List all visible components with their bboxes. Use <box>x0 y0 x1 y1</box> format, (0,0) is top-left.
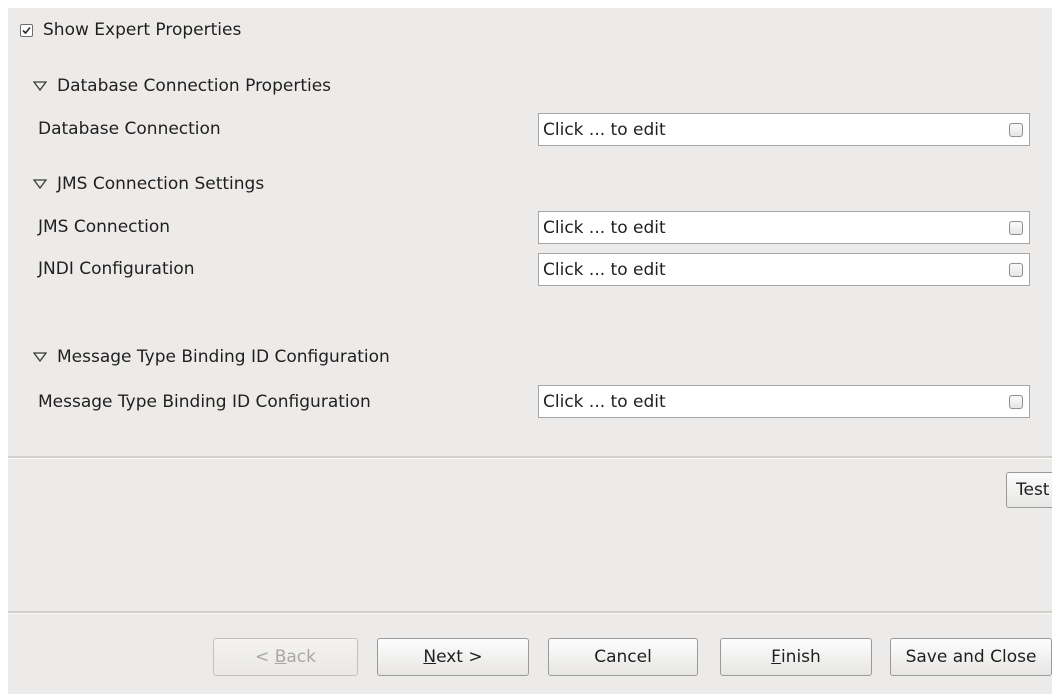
finish-button-mnemonic: F <box>771 647 781 667</box>
field-value: Click ... to edit <box>543 391 666 412</box>
edit-ellipsis-button[interactable] <box>1009 262 1023 277</box>
divider <box>8 456 1052 459</box>
section-title: Database Connection Properties <box>57 76 332 96</box>
section-jms-connection-settings[interactable]: JMS Connection Settings <box>33 174 264 194</box>
expand-triangle-icon[interactable] <box>33 352 47 362</box>
field-value: Click ... to edit <box>543 259 666 280</box>
finish-button[interactable]: Finish <box>720 638 872 676</box>
test-button[interactable]: Test <box>1006 472 1052 508</box>
show-expert-properties-toggle[interactable]: Show Expert Properties <box>20 20 241 40</box>
show-expert-properties-label: Show Expert Properties <box>43 20 242 40</box>
next-button-mnemonic: N <box>423 647 437 667</box>
edit-ellipsis-button[interactable] <box>1009 122 1023 137</box>
properties-panel: Show Expert Properties Database Connecti… <box>8 8 1052 456</box>
wizard-window: Show Expert Properties Database Connecti… <box>8 8 1052 694</box>
next-button[interactable]: Next > <box>377 638 529 676</box>
property-label-jndi-configuration: JNDI Configuration <box>38 259 195 279</box>
back-button[interactable]: < Back <box>213 638 358 676</box>
next-button-rest: ext > <box>436 647 483 667</box>
checkmark-icon <box>22 26 31 34</box>
test-button-label: Test <box>1016 480 1050 500</box>
back-button-rest: ack <box>286 647 316 667</box>
edit-ellipsis-button[interactable] <box>1009 394 1023 409</box>
back-button-prefix: < <box>255 647 275 667</box>
edit-ellipsis-button[interactable] <box>1009 220 1023 235</box>
divider <box>8 611 1052 614</box>
message-type-binding-id-configuration-field[interactable]: Click ... to edit <box>538 385 1030 418</box>
jms-connection-field[interactable]: Click ... to edit <box>538 211 1030 244</box>
section-database-connection-properties[interactable]: Database Connection Properties <box>33 76 331 96</box>
expand-triangle-icon[interactable] <box>33 81 47 91</box>
cancel-button-label: Cancel <box>594 647 652 667</box>
cancel-button[interactable]: Cancel <box>548 638 698 676</box>
section-title: Message Type Binding ID Configuration <box>57 347 390 367</box>
property-label-message-type-binding-id-configuration: Message Type Binding ID Configuration <box>38 392 371 412</box>
jndi-configuration-field[interactable]: Click ... to edit <box>538 253 1030 286</box>
back-button-mnemonic: B <box>274 647 287 667</box>
save-and-close-button[interactable]: Save and Close <box>890 638 1052 676</box>
section-message-type-binding-id-configuration[interactable]: Message Type Binding ID Configuration <box>33 347 390 367</box>
property-label-jms-connection: JMS Connection <box>38 217 171 237</box>
field-value: Click ... to edit <box>543 217 666 238</box>
field-value: Click ... to edit <box>543 119 666 140</box>
finish-button-rest: inish <box>780 647 821 667</box>
database-connection-field[interactable]: Click ... to edit <box>538 113 1030 146</box>
property-label-database-connection: Database Connection <box>38 119 221 139</box>
section-title: JMS Connection Settings <box>57 174 265 194</box>
save-and-close-button-label: Save and Close <box>905 647 1037 667</box>
expand-triangle-icon[interactable] <box>33 179 47 189</box>
show-expert-properties-checkbox[interactable] <box>20 23 33 37</box>
